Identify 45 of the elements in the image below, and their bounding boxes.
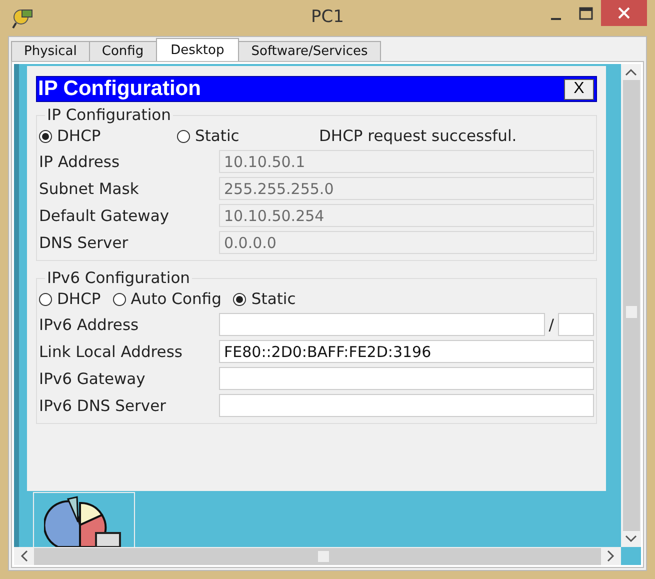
radio-option[interactable]: Static xyxy=(177,127,315,145)
field-label: DNS Server xyxy=(39,234,130,252)
tab[interactable]: Config xyxy=(88,41,157,61)
field-label: Default Gateway xyxy=(39,206,170,224)
scroll-up-icon[interactable] xyxy=(625,68,637,76)
prefix-separator: / xyxy=(548,316,554,334)
tab[interactable]: Software/Services xyxy=(238,41,381,61)
group-title: IPv6 Configuration xyxy=(46,269,191,287)
scroll-down-icon[interactable] xyxy=(625,535,637,543)
scroll-left-icon[interactable] xyxy=(20,550,28,562)
minimize-icon xyxy=(551,18,561,20)
dialog-title: IP Configuration xyxy=(37,77,201,101)
close-button[interactable] xyxy=(601,0,647,26)
horizontal-scrollbar[interactable] xyxy=(14,547,621,565)
prefix-length-field[interactable] xyxy=(558,313,594,336)
pie-chart-icon xyxy=(44,495,124,547)
scroll-right-icon[interactable] xyxy=(607,550,615,562)
close-icon xyxy=(618,7,630,19)
scrollbar-corner xyxy=(621,547,641,565)
maximize-icon xyxy=(579,6,593,20)
input-field[interactable]: FE80::2D0:BAFF:FE2D:3196 xyxy=(219,340,594,363)
field-label: IPv6 Address xyxy=(39,316,140,334)
close-button[interactable]: X xyxy=(564,78,594,100)
radio-option[interactable]: DHCP xyxy=(39,127,177,145)
scroll-thumb[interactable] xyxy=(626,306,636,318)
field-label: IP Address xyxy=(39,152,121,170)
field-label: IPv6 DNS Server xyxy=(39,396,168,414)
status-message: DHCP request successful. xyxy=(319,127,517,145)
input-field[interactable] xyxy=(219,367,594,390)
field-label: IPv6 Gateway xyxy=(39,370,146,388)
radio-option[interactable]: Static xyxy=(233,290,296,308)
input-field[interactable] xyxy=(219,394,594,417)
vertical-scrollbar[interactable] xyxy=(621,64,641,547)
group-title: IP Configuration xyxy=(46,106,172,124)
input-field[interactable] xyxy=(219,313,545,336)
scroll-thumb[interactable] xyxy=(318,550,328,562)
radio-option[interactable]: Auto Config xyxy=(112,290,222,308)
app-tile[interactable] xyxy=(33,492,135,547)
tab[interactable]: Physical xyxy=(11,41,90,61)
app-icon xyxy=(12,7,34,29)
window-title: PC1 xyxy=(311,7,344,27)
field-label: Subnet Mask xyxy=(39,180,140,198)
radio-option[interactable]: DHCP xyxy=(39,290,101,308)
tab[interactable]: Desktop xyxy=(156,38,240,61)
field-label: Link Local Address xyxy=(39,342,184,360)
